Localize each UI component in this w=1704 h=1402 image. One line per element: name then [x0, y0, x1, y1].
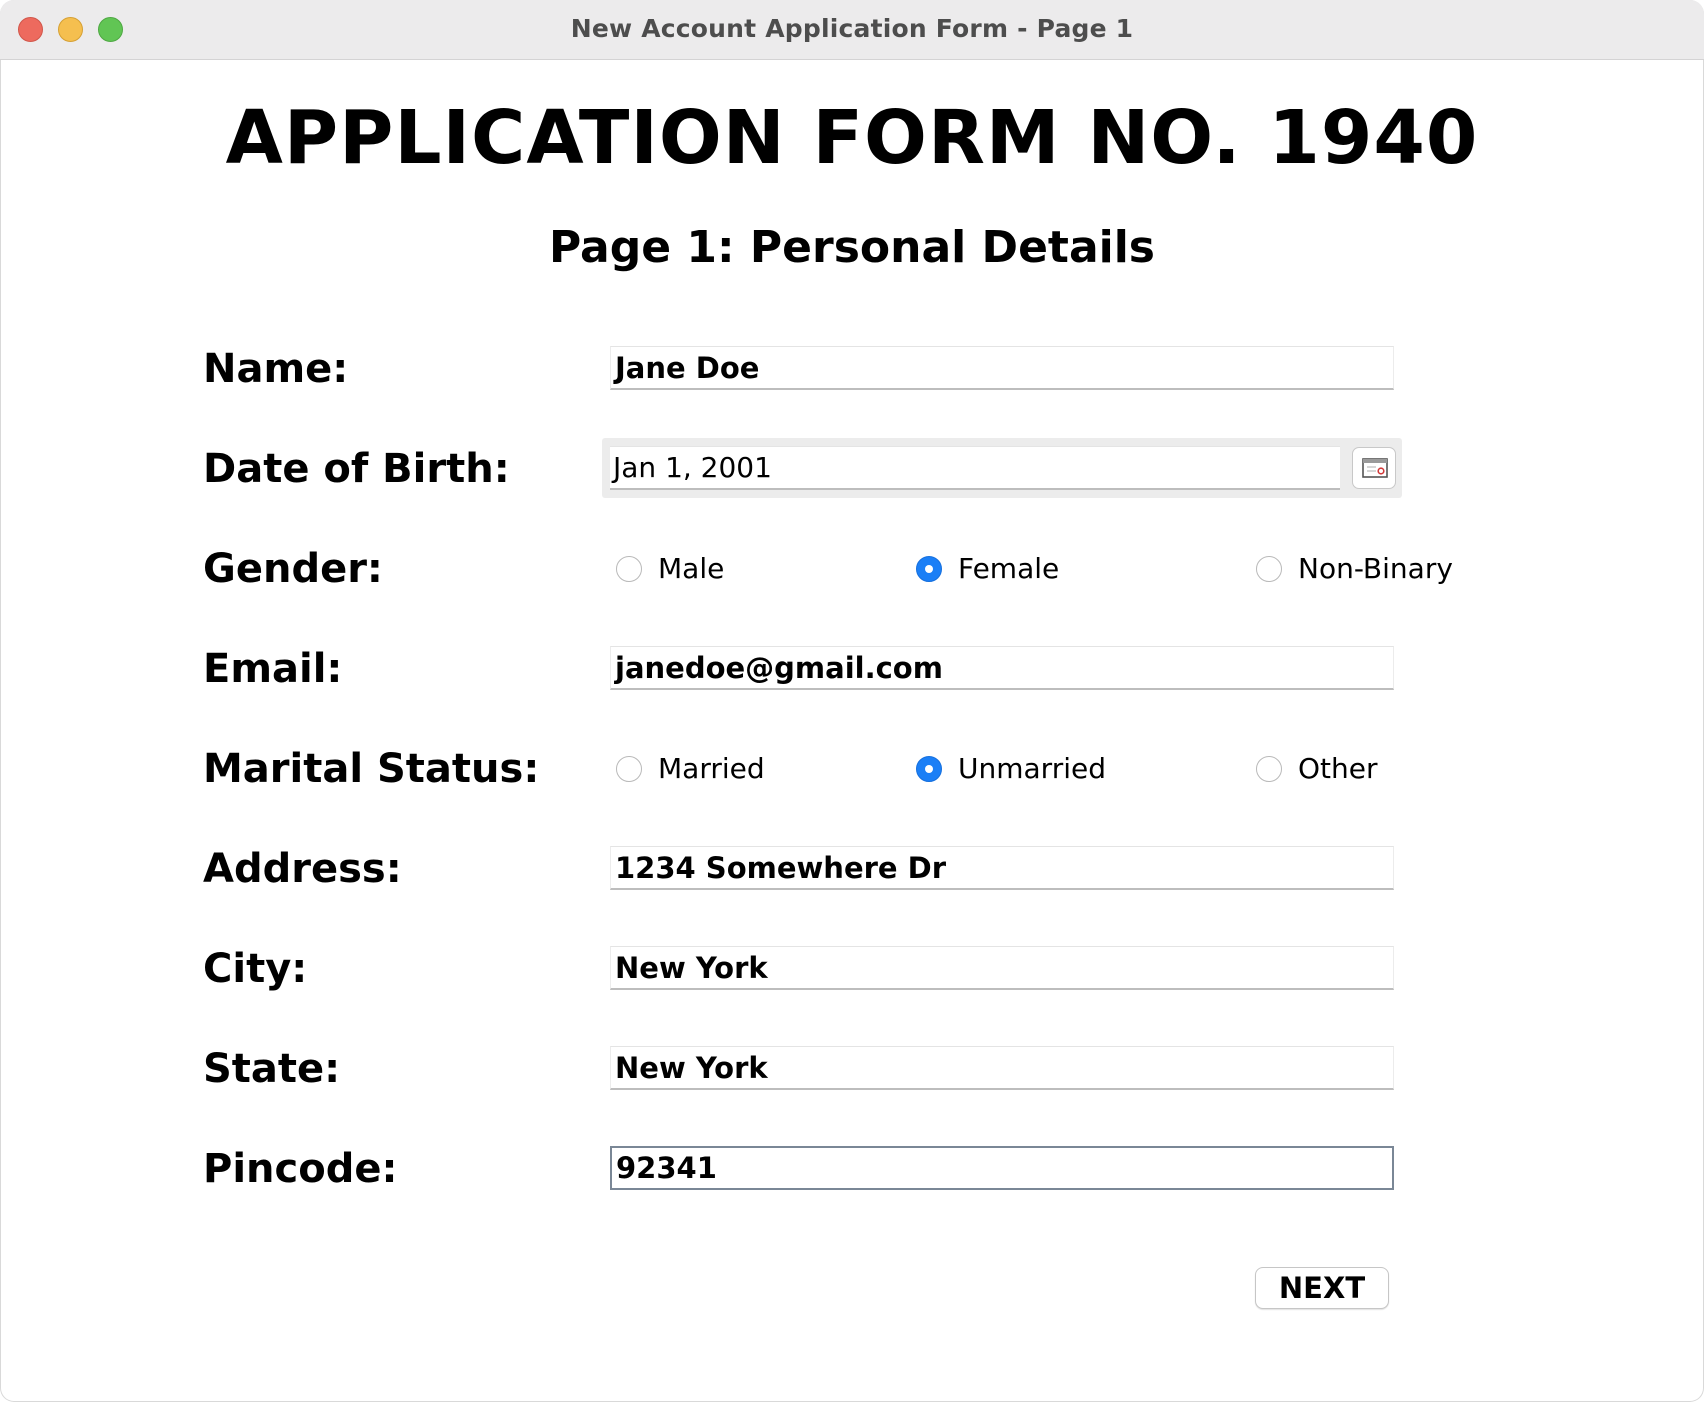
date-picker: Jan 1, 2001 [602, 438, 1402, 498]
address-field[interactable]: 1234 Somewhere Dr [610, 846, 1394, 890]
calendar-icon [1362, 458, 1388, 478]
radio-label: Other [1298, 752, 1378, 785]
radio-label: Married [658, 752, 765, 785]
radio-button[interactable] [616, 555, 642, 582]
date-picker-button[interactable] [1352, 447, 1396, 489]
gender-radio-female[interactable]: Female [916, 552, 1059, 585]
pincode-label: Pincode: [203, 1146, 398, 1192]
form-subheading: Page 1: Personal Details [548, 222, 1155, 273]
radio-button-selected[interactable] [916, 755, 942, 782]
city-label: City: [203, 946, 308, 992]
gender-label: Gender: [203, 546, 383, 592]
gender-radio-male[interactable]: Male [616, 552, 724, 585]
form-heading: APPLICATION FORM NO. 1940 [225, 95, 1479, 181]
email-field[interactable]: janedoe@gmail.com [610, 646, 1394, 690]
next-button[interactable]: NEXT [1255, 1267, 1389, 1309]
dob-label: Date of Birth: [203, 446, 510, 492]
name-field[interactable]: Jane Doe [610, 346, 1394, 390]
name-label: Name: [203, 346, 349, 392]
marital-radio-married[interactable]: Married [616, 752, 765, 785]
radio-label: Male [658, 552, 725, 585]
title-bar: New Account Application Form - Page 1 [0, 0, 1704, 60]
gender-radio-non-binary[interactable]: Non-Binary [1256, 552, 1453, 585]
marital-radio-unmarried[interactable]: Unmarried [916, 752, 1106, 785]
address-label: Address: [203, 846, 402, 892]
radio-button-selected[interactable] [916, 555, 942, 582]
marital-status-label: Marital Status: [203, 746, 540, 792]
radio-button[interactable] [616, 755, 642, 782]
radio-label: Female [958, 552, 1060, 585]
marital-radio-other[interactable]: Other [1256, 752, 1378, 785]
pincode-field[interactable]: 92341 [610, 1146, 1394, 1190]
dob-field[interactable]: Jan 1, 2001 [610, 446, 1340, 490]
city-field[interactable]: New York [610, 946, 1394, 990]
radio-button[interactable] [1256, 755, 1282, 782]
email-label: Email: [203, 646, 343, 692]
state-field[interactable]: New York [610, 1046, 1394, 1090]
window-title: New Account Application Form - Page 1 [570, 14, 1134, 43]
radio-label: Unmarried [958, 752, 1106, 785]
state-label: State: [203, 1046, 341, 1092]
radio-button[interactable] [1256, 555, 1282, 582]
application-window: New Account Application Form - Page 1 AP… [0, 0, 1704, 1402]
radio-label: Non-Binary [1298, 552, 1453, 585]
